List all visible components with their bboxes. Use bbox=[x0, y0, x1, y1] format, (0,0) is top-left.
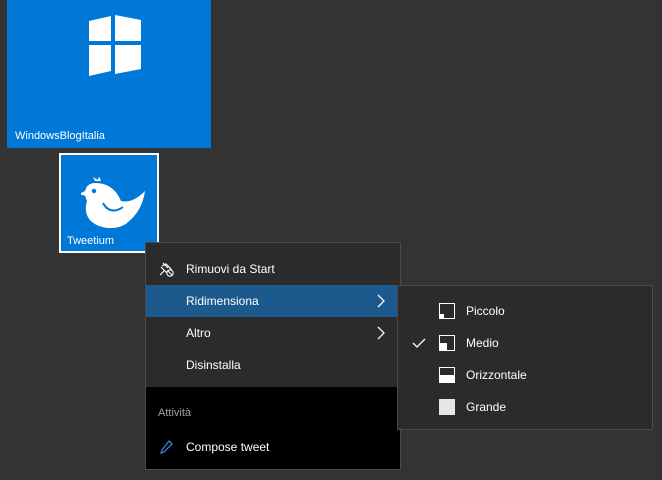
menu-item-label: Compose tweet bbox=[186, 440, 270, 454]
chevron-right-icon bbox=[377, 294, 385, 308]
menu-item-label: Rimuovi da Start bbox=[186, 262, 275, 276]
tasks-section-header: Attività bbox=[158, 407, 192, 419]
menu-item-label: Disinstalla bbox=[186, 358, 241, 372]
submenu-item-label: Orizzontale bbox=[466, 368, 527, 382]
submenu-item-label: Grande bbox=[466, 400, 507, 414]
menu-item-more[interactable]: Altro bbox=[146, 317, 400, 349]
menu-item-unpin[interactable]: Rimuovi da Start bbox=[146, 253, 400, 285]
tile-label: WindowsBlogItalia bbox=[15, 130, 105, 142]
submenu-item-label: Piccolo bbox=[466, 304, 505, 318]
bird-icon bbox=[81, 177, 145, 229]
menu-item-compose-tweet[interactable]: Compose tweet bbox=[146, 431, 400, 463]
checkmark-icon bbox=[412, 338, 426, 348]
submenu-item-label: Medio bbox=[466, 336, 499, 350]
menu-item-label: Altro bbox=[186, 326, 211, 340]
menu-item-resize[interactable]: Ridimensiona bbox=[146, 285, 400, 317]
size-small-icon bbox=[439, 303, 455, 319]
submenu-item-large[interactable]: Grande bbox=[398, 391, 652, 423]
windows-logo-icon bbox=[89, 15, 141, 76]
size-large-icon bbox=[439, 399, 455, 415]
tile-tweetium[interactable]: Tweetium bbox=[59, 153, 159, 253]
menu-item-uninstall[interactable]: Disinstalla bbox=[146, 349, 400, 381]
pencil-icon bbox=[160, 440, 173, 454]
submenu-item-wide[interactable]: Orizzontale bbox=[398, 359, 652, 391]
context-menu: Rimuovi da Start Ridimensiona Altro Disi… bbox=[145, 242, 401, 470]
tile-windowsblogitalia[interactable]: WindowsBlogItalia bbox=[7, 0, 211, 148]
submenu-item-medium[interactable]: Medio bbox=[398, 327, 652, 359]
chevron-right-icon bbox=[377, 326, 385, 340]
resize-submenu: Piccolo Medio Orizzontale Grande bbox=[397, 285, 653, 430]
submenu-item-small[interactable]: Piccolo bbox=[398, 295, 652, 327]
unpin-icon bbox=[159, 262, 174, 277]
size-wide-icon bbox=[439, 367, 455, 383]
tile-label: Tweetium bbox=[67, 235, 115, 247]
size-medium-icon bbox=[439, 335, 455, 351]
menu-item-label: Ridimensiona bbox=[186, 294, 259, 308]
